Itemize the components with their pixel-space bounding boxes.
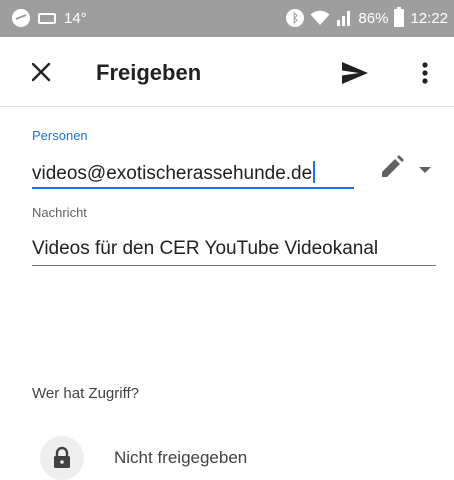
access-status-row[interactable]: Nicht freigegeben [40, 436, 420, 480]
pencil-icon [382, 155, 404, 177]
close-icon [31, 62, 51, 82]
send-icon [342, 62, 368, 84]
status-bar-right: ᛒ 86% 12:22 [286, 7, 448, 27]
page-title: Freigeben [96, 60, 202, 85]
battery-percent: 86% [358, 9, 389, 27]
dropdown-arrow-icon [419, 167, 431, 173]
battery-icon [394, 7, 405, 27]
bluetooth-icon: ᛒ [286, 9, 305, 27]
text-cursor [313, 161, 316, 183]
more-options-button[interactable] [418, 59, 432, 87]
permission-dropdown[interactable] [418, 162, 432, 173]
persons-label: Personen [32, 128, 88, 143]
signal-icon [337, 11, 351, 26]
status-bar-left: 14° [12, 9, 87, 27]
persons-input-value: videos@exotischerassehunde.de [32, 163, 313, 184]
toolbar: Freigeben [0, 37, 454, 107]
lock-avatar [40, 436, 84, 480]
access-heading: Wer hat Zugriff? [32, 385, 139, 402]
keyboard-icon [38, 12, 56, 24]
more-vertical-icon [422, 62, 428, 84]
lock-icon [54, 446, 70, 468]
send-button[interactable] [340, 59, 370, 87]
wifi-icon [310, 10, 330, 25]
clock: 12:22 [410, 9, 448, 27]
message-label: Nachricht [32, 205, 87, 220]
access-status-text: Nicht freigegeben [114, 448, 248, 467]
status-bar: 14° ᛒ 86% 12:22 [0, 0, 454, 37]
edit-permission-button[interactable] [378, 153, 406, 181]
close-button[interactable] [28, 59, 54, 85]
messenger-icon [12, 9, 30, 27]
temperature-text: 14° [64, 9, 87, 27]
persons-input[interactable]: videos@exotischerassehunde.de [32, 157, 354, 189]
message-input[interactable]: Videos für den CER YouTube Videokanal [32, 234, 436, 266]
